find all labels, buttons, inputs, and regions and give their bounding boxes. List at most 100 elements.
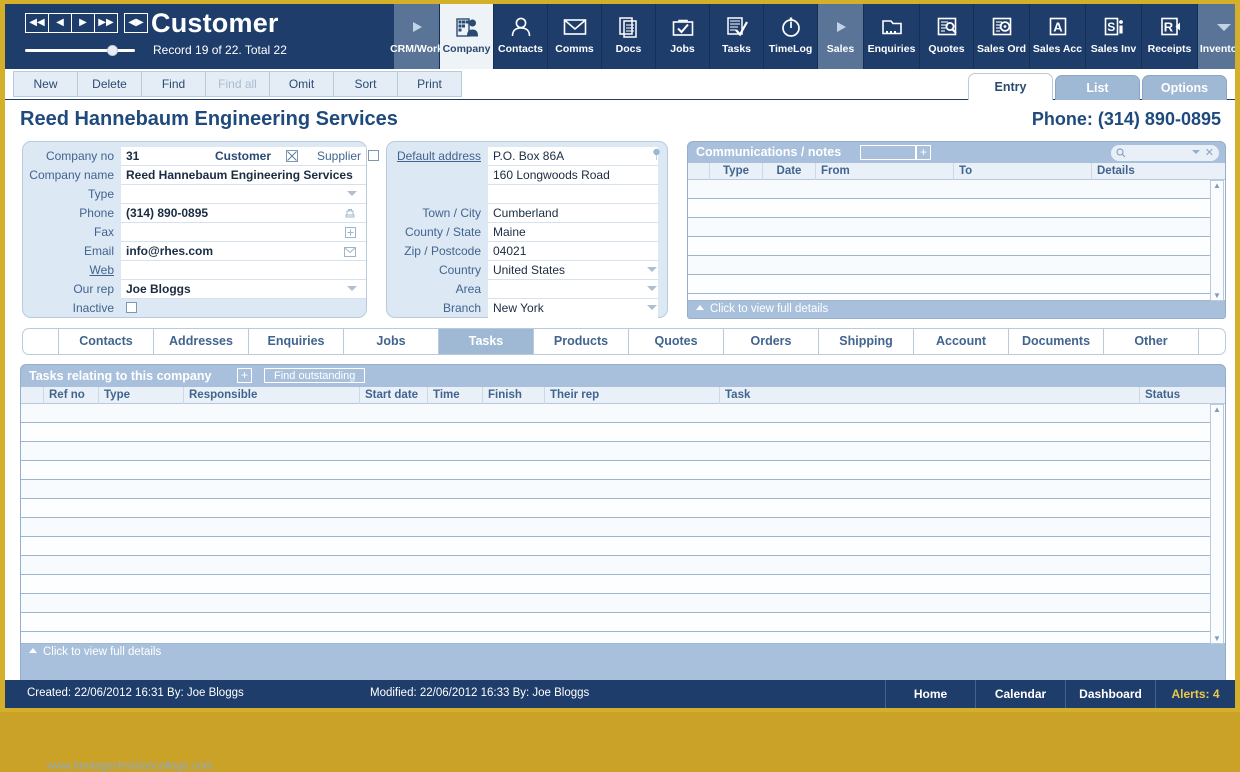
module-tab-inventory[interactable]: Inventory bbox=[1198, 4, 1235, 69]
tab-quotes[interactable]: Quotes bbox=[629, 329, 724, 354]
module-tab-jobs[interactable]: Jobs bbox=[656, 4, 710, 69]
tab-products[interactable]: Products bbox=[534, 329, 629, 354]
column-header[interactable] bbox=[21, 387, 44, 405]
toggle-record-button[interactable]: ◀▶ bbox=[124, 13, 148, 33]
clear-search-icon[interactable]: ✕ bbox=[1205, 146, 1214, 160]
module-tab-quotes[interactable]: Quotes bbox=[920, 4, 974, 69]
column-header-to[interactable]: To bbox=[954, 163, 1092, 181]
tab-entry[interactable]: Entry bbox=[968, 73, 1053, 100]
tasks-footer[interactable]: Click to view full details bbox=[21, 644, 1225, 661]
column-header-finish[interactable]: Finish bbox=[483, 387, 545, 405]
column-header-their-rep[interactable]: Their rep bbox=[545, 387, 720, 405]
envelope-icon[interactable] bbox=[344, 246, 356, 260]
sort-button[interactable]: Sort bbox=[333, 71, 398, 97]
first-record-button[interactable]: ◀◀ bbox=[25, 13, 49, 33]
table-row[interactable] bbox=[688, 199, 1210, 218]
chevron-down-icon[interactable] bbox=[347, 191, 357, 196]
module-tab-timelog[interactable]: TimeLog bbox=[764, 4, 818, 69]
tab-account[interactable]: Account bbox=[914, 329, 1009, 354]
tab-addresses[interactable]: Addresses bbox=[154, 329, 249, 354]
chevron-down-icon[interactable] bbox=[647, 267, 657, 272]
tab-enquiries[interactable]: Enquiries bbox=[249, 329, 344, 354]
module-tab-crm-work[interactable]: CRM/Work bbox=[390, 4, 443, 69]
branch-select[interactable]: New York bbox=[488, 299, 658, 318]
table-row[interactable] bbox=[21, 575, 1211, 594]
comms-quick-input[interactable] bbox=[860, 145, 916, 160]
table-row[interactable] bbox=[21, 442, 1211, 461]
column-header-details[interactable]: Details bbox=[1092, 163, 1225, 181]
table-row[interactable] bbox=[21, 461, 1211, 480]
company-no-input[interactable]: 31 bbox=[121, 147, 191, 166]
new-button[interactable]: New bbox=[13, 71, 78, 97]
fax-input[interactable] bbox=[121, 223, 366, 242]
chevron-down-icon[interactable] bbox=[347, 286, 357, 291]
last-record-button[interactable]: ▶▶ bbox=[94, 13, 118, 33]
module-tab-sales-inv[interactable]: S Sales Inv bbox=[1086, 4, 1142, 69]
address-line-3-input[interactable] bbox=[488, 185, 658, 204]
column-header-type[interactable]: Type bbox=[710, 163, 763, 181]
module-tab-docs[interactable]: Docs bbox=[602, 4, 656, 69]
column-header-status[interactable]: Status bbox=[1140, 387, 1225, 405]
map-pin-icon[interactable] bbox=[652, 148, 661, 165]
column-header-time[interactable]: Time bbox=[428, 387, 483, 405]
column-header-start-date[interactable]: Start date bbox=[360, 387, 428, 405]
module-tab-sales-group[interactable]: Sales bbox=[818, 4, 864, 69]
tab-jobs[interactable]: Jobs bbox=[344, 329, 439, 354]
tab-tasks[interactable]: Tasks bbox=[439, 329, 534, 354]
tab-shipping[interactable]: Shipping bbox=[819, 329, 914, 354]
chevron-down-icon[interactable] bbox=[647, 286, 657, 291]
home-button[interactable]: Home bbox=[885, 680, 975, 708]
add-communication-button[interactable]: + bbox=[916, 145, 931, 160]
email-input[interactable]: info@rhes.com bbox=[121, 242, 366, 261]
tab-other[interactable]: Other bbox=[1104, 329, 1199, 354]
county-state-input[interactable]: Maine bbox=[488, 223, 658, 242]
type-select[interactable] bbox=[121, 185, 366, 204]
chevron-down-icon[interactable] bbox=[647, 305, 657, 310]
omit-button[interactable]: Omit bbox=[269, 71, 334, 97]
table-row[interactable] bbox=[688, 180, 1210, 199]
next-record-button[interactable]: ▶ bbox=[71, 13, 95, 33]
comms-search-box[interactable]: ✕ bbox=[1111, 145, 1219, 161]
module-tab-contacts[interactable]: Contacts bbox=[494, 4, 548, 69]
column-header-task[interactable]: Task bbox=[720, 387, 1140, 405]
table-row[interactable] bbox=[21, 480, 1211, 499]
chevron-down-icon[interactable] bbox=[1192, 150, 1200, 154]
communications-footer[interactable]: Click to view full details bbox=[688, 301, 1225, 318]
inactive-checkbox[interactable] bbox=[126, 302, 137, 313]
table-row[interactable] bbox=[21, 499, 1211, 518]
scroll-down-icon[interactable]: ▼ bbox=[1213, 634, 1221, 643]
tab-orders[interactable]: Orders bbox=[724, 329, 819, 354]
module-tab-company[interactable]: Company bbox=[440, 4, 494, 69]
calendar-button[interactable]: Calendar bbox=[975, 680, 1065, 708]
dashboard-button[interactable]: Dashboard bbox=[1065, 680, 1155, 708]
table-row[interactable] bbox=[21, 594, 1211, 613]
scroll-up-icon[interactable]: ▲ bbox=[1213, 181, 1221, 190]
town-city-input[interactable]: Cumberland bbox=[488, 204, 658, 223]
address-line-2-input[interactable]: 160 Longwoods Road bbox=[488, 166, 658, 185]
plus-box-icon[interactable] bbox=[345, 227, 356, 241]
module-tab-enquiries[interactable]: Enquiries bbox=[864, 4, 920, 69]
area-select[interactable] bbox=[488, 280, 658, 299]
module-tab-tasks[interactable]: Tasks bbox=[710, 4, 764, 69]
tasks-scrollbar[interactable]: ▲ ▼ bbox=[1210, 404, 1224, 644]
column-header[interactable] bbox=[688, 163, 710, 181]
telephone-icon[interactable] bbox=[344, 207, 356, 222]
module-tab-sales-acc[interactable]: A Sales Acc bbox=[1030, 4, 1086, 69]
add-task-button[interactable]: + bbox=[237, 368, 252, 383]
column-header-date[interactable]: Date bbox=[763, 163, 816, 181]
column-header-type[interactable]: Type bbox=[99, 387, 184, 405]
table-row[interactable] bbox=[688, 275, 1210, 294]
table-row[interactable] bbox=[21, 518, 1211, 537]
tab-contacts[interactable]: Contacts bbox=[59, 329, 154, 354]
tab-options[interactable]: Options bbox=[1142, 75, 1227, 100]
default-address-label[interactable]: Default address bbox=[387, 147, 488, 166]
web-input[interactable] bbox=[121, 261, 366, 280]
company-name-input[interactable]: Reed Hannebaum Engineering Services bbox=[121, 166, 366, 185]
table-row[interactable] bbox=[21, 423, 1211, 442]
zip-postcode-input[interactable]: 04021 bbox=[488, 242, 658, 261]
table-row[interactable] bbox=[21, 613, 1211, 632]
print-button[interactable]: Print bbox=[397, 71, 462, 97]
table-row[interactable] bbox=[688, 218, 1210, 237]
web-link-label[interactable]: Web bbox=[23, 261, 121, 280]
table-row[interactable] bbox=[21, 556, 1211, 575]
